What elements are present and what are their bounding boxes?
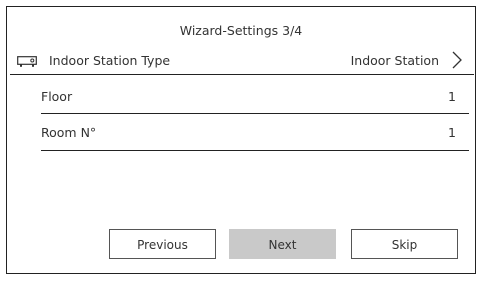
chevron-right-icon[interactable] xyxy=(451,50,463,70)
room-number-row[interactable]: Room N° 1 xyxy=(41,125,456,145)
floor-label: Floor xyxy=(41,89,73,104)
previous-button[interactable]: Previous xyxy=(109,229,216,259)
floor-row[interactable]: Floor 1 xyxy=(41,89,456,109)
room-number-label: Room N° xyxy=(41,125,97,140)
room-number-value[interactable]: 1 xyxy=(448,125,456,140)
divider xyxy=(41,150,469,151)
divider xyxy=(41,113,469,114)
divider xyxy=(10,74,474,75)
indoor-station-device-icon xyxy=(17,56,37,67)
next-button[interactable]: Next xyxy=(229,229,336,259)
floor-value[interactable]: 1 xyxy=(448,89,456,104)
indoor-station-type-label: Indoor Station Type xyxy=(49,53,171,68)
indoor-station-type-value: Indoor Station xyxy=(350,53,439,68)
page-title: Wizard-Settings 3/4 xyxy=(179,23,303,38)
indoor-station-type-row[interactable]: Indoor Station Type Indoor Station xyxy=(15,50,463,73)
wizard-window: Wizard-Settings 3/4 Indoor Station Type … xyxy=(6,6,476,274)
skip-button[interactable]: Skip xyxy=(351,229,458,259)
